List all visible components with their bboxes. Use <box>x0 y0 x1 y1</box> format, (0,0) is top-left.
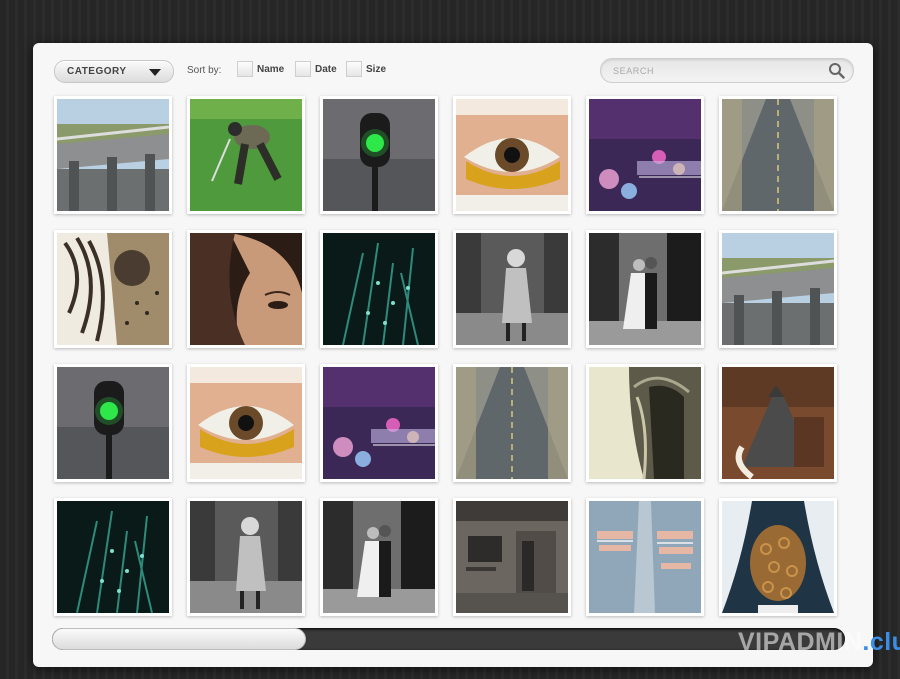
watermark-domain: .club <box>862 628 900 656</box>
thumbnail-eye[interactable] <box>453 96 571 214</box>
thumbnail-image <box>190 233 302 345</box>
thumbnail-image <box>57 99 169 211</box>
checkbox-icon <box>295 61 311 77</box>
checkbox-icon <box>346 61 362 77</box>
thumbnail-image <box>57 501 169 613</box>
thumbnail-image <box>57 233 169 345</box>
sort-option-label: Size <box>366 64 387 75</box>
thumbnail-curly-hair[interactable] <box>719 498 837 616</box>
sort-option-label: Date <box>315 64 337 75</box>
thumbnail-old-building[interactable] <box>453 498 571 616</box>
thumbnail-image <box>722 501 834 613</box>
thumbnail-image <box>190 501 302 613</box>
thumbnail-image <box>589 99 701 211</box>
thumbnail-grass-night[interactable] <box>320 230 438 348</box>
thumbnail-image <box>190 99 302 211</box>
thumbnail-road[interactable] <box>719 96 837 214</box>
thumbnail-image <box>589 367 701 479</box>
thumbnail-bride-door[interactable] <box>719 364 837 482</box>
thumbnail-city-night[interactable] <box>586 96 704 214</box>
scrollbar-thumb[interactable] <box>52 628 306 650</box>
toolbar: CATEGORY Sort by: Name Date Size <box>33 43 873 99</box>
thumbnail-couple-alley[interactable] <box>320 498 438 616</box>
thumbnail-road[interactable] <box>453 364 571 482</box>
thumbnail-eye[interactable] <box>187 364 305 482</box>
category-label: CATEGORY <box>67 66 127 77</box>
thumbnail-image <box>722 367 834 479</box>
sort-by-label: Sort by: <box>187 65 222 76</box>
thumbnail-image <box>456 501 568 613</box>
thumbnail-image <box>323 99 435 211</box>
search-icon[interactable] <box>828 62 845 79</box>
checkbox-icon <box>237 61 253 77</box>
thumbnail-girl-forest[interactable] <box>453 230 571 348</box>
thumbnail-image <box>456 233 568 345</box>
search-box <box>600 58 854 83</box>
watermark: VIPADMIN.club <box>738 628 900 657</box>
thumbnail-dreadlocks[interactable] <box>54 230 172 348</box>
thumbnail-traffic-light[interactable] <box>54 364 172 482</box>
thumbnail-city-night[interactable] <box>320 364 438 482</box>
thumbnail-traffic-light[interactable] <box>320 96 438 214</box>
thumbnail-grid <box>54 96 854 626</box>
thumbnail-grass-night[interactable] <box>54 498 172 616</box>
thumbnail-woman-face[interactable] <box>187 230 305 348</box>
thumbnail-image <box>323 501 435 613</box>
thumbnail-bridge[interactable] <box>719 230 837 348</box>
thumbnail-bridge[interactable] <box>54 96 172 214</box>
thumbnail-image <box>456 367 568 479</box>
thumbnail-image <box>323 233 435 345</box>
thumbnail-image <box>57 367 169 479</box>
thumbnail-image <box>456 99 568 211</box>
thumbnail-hooded-figure[interactable] <box>586 364 704 482</box>
sort-option-label: Name <box>257 64 285 75</box>
thumbnail-couple-alley[interactable] <box>586 230 704 348</box>
watermark-brand: VIPADMIN <box>738 628 863 656</box>
thumbnail-image <box>722 233 834 345</box>
thumbnail-image <box>589 501 701 613</box>
thumbnail-image <box>190 367 302 479</box>
thumbnail-image <box>722 99 834 211</box>
gallery-panel: CATEGORY Sort by: Name Date Size <box>33 43 873 667</box>
search-input[interactable] <box>611 62 815 80</box>
thumbnail-golfer[interactable] <box>187 96 305 214</box>
chevron-down-icon <box>149 69 161 76</box>
thumbnail-girl-forest[interactable] <box>187 498 305 616</box>
category-dropdown[interactable]: CATEGORY <box>54 60 174 83</box>
thumbnail-image <box>323 367 435 479</box>
thumbnail-image <box>589 233 701 345</box>
thumbnail-torn-jeans[interactable] <box>586 498 704 616</box>
